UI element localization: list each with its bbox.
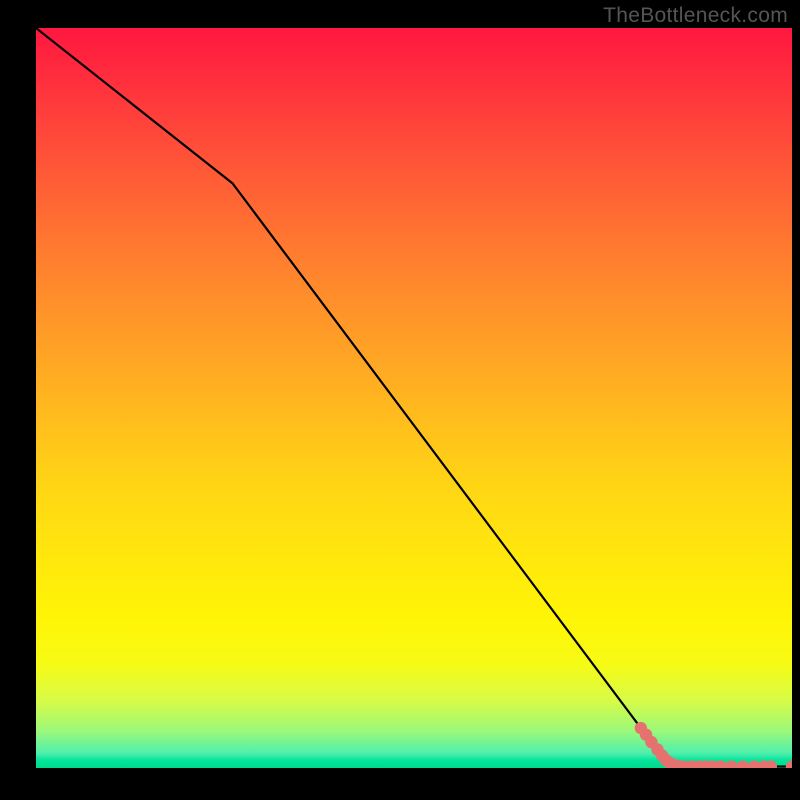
chart-marker bbox=[786, 760, 792, 768]
watermark-text: TheBottleneck.com bbox=[603, 4, 788, 28]
chart-marker bbox=[725, 760, 737, 768]
chart-overlay bbox=[36, 28, 792, 768]
chart-marker bbox=[737, 760, 749, 768]
chart-plot-area bbox=[36, 28, 792, 768]
chart-marker bbox=[715, 760, 727, 768]
chart-marker-group bbox=[635, 722, 792, 768]
chart-line-series bbox=[36, 28, 792, 767]
